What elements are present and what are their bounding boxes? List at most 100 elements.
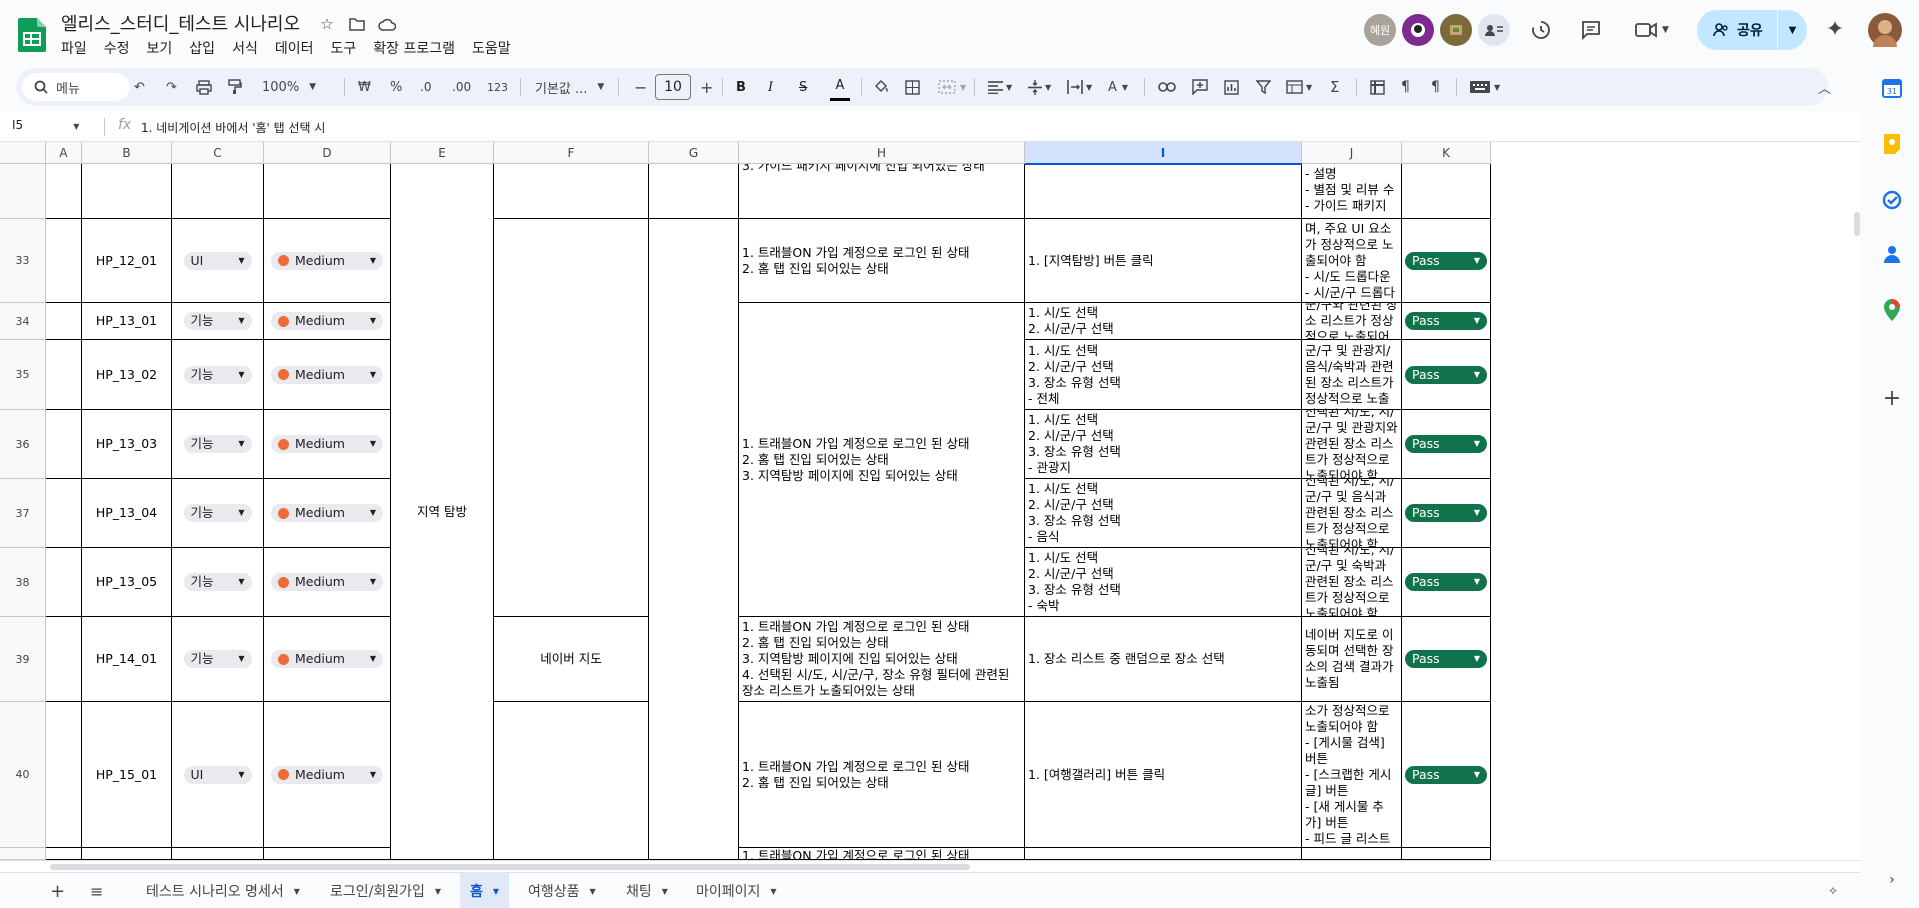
- font-family-select[interactable]: 기본값 ... ▼: [535, 68, 604, 106]
- row-header[interactable]: 34: [0, 303, 46, 340]
- cell-priority[interactable]: Medium ▼: [264, 479, 391, 548]
- cell-priority[interactable]: Medium ▼: [264, 340, 391, 410]
- comments-icon[interactable]: [1580, 19, 1602, 41]
- borders-icon[interactable]: [905, 68, 920, 106]
- sheet-tab-spec[interactable]: 테스트 시나리오 명세서 ▼: [136, 873, 310, 908]
- cell-test-id[interactable]: HP_14_01: [82, 617, 172, 702]
- cell-d-partial[interactable]: [264, 164, 391, 219]
- type-dropdown-chip[interactable]: UI ▼: [183, 251, 252, 270]
- menu-format[interactable]: 서식: [232, 38, 267, 58]
- strikethrough-button[interactable]: S: [799, 68, 807, 106]
- paint-format-icon[interactable]: [228, 68, 242, 106]
- sheet-tab-travel-products[interactable]: 여행상품 ▼: [518, 873, 606, 908]
- cell-a[interactable]: [46, 219, 82, 303]
- cell-type[interactable]: 기능 ▼: [172, 410, 264, 479]
- cell-h-34-38[interactable]: 1. 트래블ON 가입 계정으로 로그인 된 상태 2. 홈 탭 진입 되어있는…: [739, 303, 1025, 617]
- cell-a[interactable]: [46, 303, 82, 340]
- number-format-button[interactable]: 123: [487, 68, 508, 106]
- priority-dropdown-chip[interactable]: Medium ▼: [271, 765, 383, 784]
- result-dropdown-chip[interactable]: Pass ▼: [1405, 251, 1487, 270]
- spreadsheet-grid[interactable]: A B C D E F G H I J K 3. 가이드 패키지 페이지에 진입 되어있는 상태 - 설…: [0, 142, 1854, 860]
- priority-dropdown-chip[interactable]: Medium ▼: [271, 365, 383, 384]
- cell-f-merged-2[interactable]: [494, 702, 649, 860]
- horizontal-scrollbar[interactable]: [0, 860, 1860, 872]
- column-header-d[interactable]: D: [264, 142, 391, 164]
- row-header[interactable]: 33: [0, 219, 46, 303]
- text-wrap-icon[interactable]: ▼: [1067, 68, 1092, 106]
- freeze-icon[interactable]: [1370, 68, 1385, 106]
- cell-test-id[interactable]: HP_13_04: [82, 479, 172, 548]
- cell-i-partial[interactable]: [1025, 164, 1302, 219]
- priority-dropdown-chip[interactable]: Medium ▼: [271, 573, 383, 591]
- type-dropdown-chip[interactable]: 기능 ▼: [183, 435, 252, 453]
- sheet-tab-home[interactable]: 홈 ▼: [460, 873, 510, 908]
- result-dropdown-chip[interactable]: Pass ▼: [1405, 312, 1487, 330]
- undo-icon[interactable]: ↶: [134, 68, 145, 106]
- cell-priority[interactable]: Medium ▼: [264, 702, 391, 848]
- column-header-h[interactable]: H: [739, 142, 1025, 164]
- decrease-decimal-button[interactable]: .0: [420, 68, 431, 106]
- cell-g-partial[interactable]: [649, 164, 739, 219]
- cell-priority[interactable]: Medium ▼: [264, 219, 391, 303]
- star-icon[interactable]: ☆: [316, 13, 338, 35]
- cell-test-step[interactable]: 1. 시/도 선택 2. 시/군/구 선택 3. 장소 유형 선택 - 전체: [1025, 340, 1302, 410]
- insert-comment-icon[interactable]: [1192, 68, 1208, 106]
- cell-h-bottom[interactable]: 1. 트래블ON 가입 계정으로 로그인 된 상태: [739, 848, 1025, 860]
- row-header[interactable]: 35: [0, 340, 46, 410]
- cell-j-partial[interactable]: - 설명 - 별점 및 리뷰 수 - 가이드 패키지: [1302, 164, 1402, 219]
- result-dropdown-chip[interactable]: Pass ▼: [1405, 650, 1487, 668]
- cell-a[interactable]: [46, 702, 82, 848]
- result-dropdown-chip[interactable]: Pass ▼: [1405, 504, 1487, 522]
- cell-priority[interactable]: Medium ▼: [264, 410, 391, 479]
- cell-f-39[interactable]: 네이버 지도: [494, 617, 649, 702]
- cell-a-partial[interactable]: [46, 848, 82, 860]
- priority-dropdown-chip[interactable]: Medium ▼: [271, 504, 383, 522]
- move-folder-icon[interactable]: [346, 13, 368, 35]
- ltr-icon[interactable]: ¶: [1401, 68, 1410, 106]
- cell-c-partial[interactable]: [172, 164, 264, 219]
- menu-search-button[interactable]: 메뉴: [22, 73, 130, 101]
- cell-result[interactable]: Pass ▼: [1402, 410, 1491, 479]
- font-size-decrease-button[interactable]: −: [634, 68, 647, 106]
- cell-test-step[interactable]: 1. 시/도 선택 2. 시/군/구 선택 3. 장소 유형 선택 - 숙박: [1025, 548, 1302, 617]
- cell-a-partial[interactable]: [46, 164, 82, 219]
- currency-format-button[interactable]: ₩: [358, 68, 371, 106]
- cell-type[interactable]: 기능 ▼: [172, 303, 264, 340]
- menu-help[interactable]: 도움말: [472, 38, 520, 58]
- add-addon-icon[interactable]: +: [1880, 386, 1904, 411]
- share-dropdown-icon[interactable]: ▼: [1778, 25, 1807, 36]
- menu-view[interactable]: 보기: [147, 38, 182, 58]
- percent-format-button[interactable]: %: [390, 68, 402, 106]
- cell-h-39[interactable]: 1. 트래블ON 가입 계정으로 로그인 된 상태 2. 홈 탭 진입 되어있는…: [739, 617, 1025, 702]
- sheet-tab-mypage[interactable]: 마이페이지 ▼: [686, 873, 787, 908]
- rtl-icon[interactable]: ¶: [1431, 68, 1440, 106]
- cell-expected-result[interactable]: 선택된 시/도, 시/군/구와 관련된 장소 리스트가 정상적으로 노출되어야 …: [1302, 303, 1402, 340]
- cell-expected-result[interactable]: 선택된 시/도, 시/군/구 및 음식과 관련된 장소 리스트가 정상적으로 노…: [1302, 479, 1402, 548]
- cell-test-step[interactable]: 1. 시/도 선택 2. 시/군/구 선택 3. 장소 유형 선택 - 음식: [1025, 479, 1302, 548]
- column-header-c[interactable]: C: [172, 142, 264, 164]
- column-header-j[interactable]: J: [1302, 142, 1402, 164]
- row-header[interactable]: 39: [0, 617, 46, 702]
- vertical-align-icon[interactable]: ▼: [1028, 68, 1051, 106]
- contacts-icon[interactable]: [1880, 242, 1904, 266]
- functions-icon[interactable]: Σ: [1330, 68, 1339, 106]
- priority-dropdown-chip[interactable]: Medium ▼: [271, 435, 383, 453]
- type-dropdown-chip[interactable]: 기능 ▼: [183, 504, 252, 522]
- type-dropdown-chip[interactable]: 기능 ▼: [183, 573, 252, 591]
- cell-expected-result[interactable]: 선택된 시/도, 시/군/구 및 관광지와 관련된 장소 리스트가 정상적으로 …: [1302, 410, 1402, 479]
- type-dropdown-chip[interactable]: 기능 ▼: [183, 365, 252, 384]
- cell-expected-result[interactable]: 선택된 시/도, 시/군/구 및 숙박과 관련된 장소 리스트가 정상적으로 노…: [1302, 548, 1402, 617]
- cell-d-partial[interactable]: [264, 848, 391, 860]
- collaborator-avatar-3[interactable]: [1440, 14, 1472, 46]
- cell-result[interactable]: Pass ▼: [1402, 479, 1491, 548]
- sheet-tab-login[interactable]: 로그인/회원가입 ▼: [320, 873, 451, 908]
- cell-h-40[interactable]: 1. 트래블ON 가입 계정으로 로그인 된 상태 2. 홈 탭 진입 되어있는…: [739, 702, 1025, 848]
- horizontal-align-icon[interactable]: ▼: [988, 68, 1012, 106]
- filter-icon[interactable]: [1256, 68, 1271, 106]
- increase-decimal-button[interactable]: .00: [452, 68, 471, 106]
- type-dropdown-chip[interactable]: 기능 ▼: [183, 312, 252, 330]
- cell-test-id[interactable]: HP_12_01: [82, 219, 172, 303]
- column-header-g[interactable]: G: [649, 142, 739, 164]
- column-header-k[interactable]: K: [1402, 142, 1491, 164]
- row-header[interactable]: 37: [0, 479, 46, 548]
